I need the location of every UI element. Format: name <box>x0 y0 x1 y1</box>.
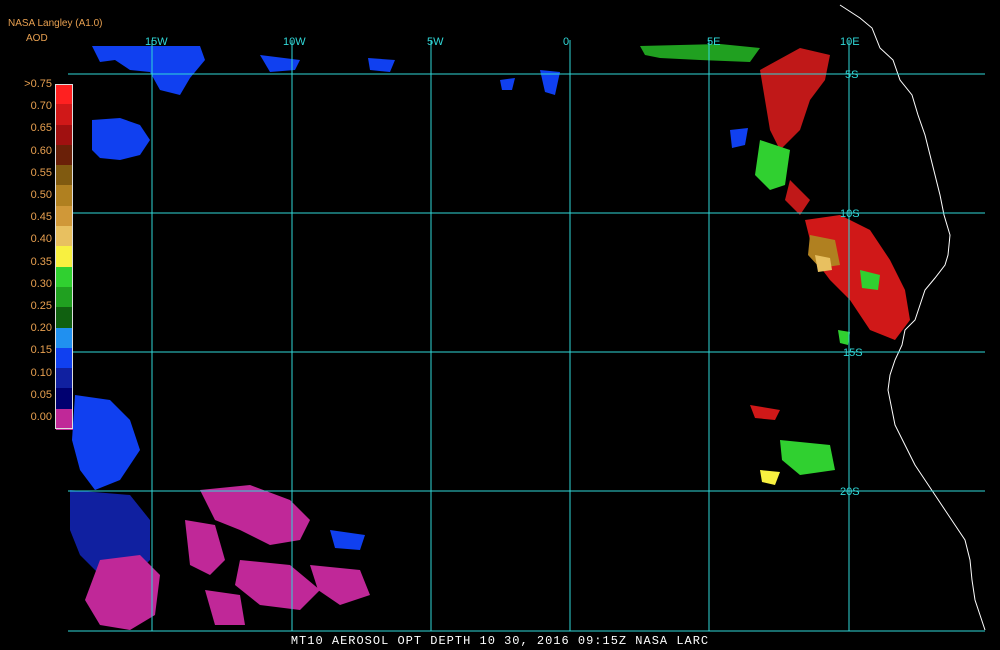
legend-tick: 0.15 <box>30 344 52 357</box>
legend-swatch <box>56 286 73 308</box>
legend-tick: 0.40 <box>30 233 52 246</box>
brand-label: NASA Langley (A1.0) <box>8 18 103 29</box>
legend-tick: 0.55 <box>30 166 52 179</box>
legend-tick: 0.70 <box>30 100 52 113</box>
legend-tick: 0.65 <box>30 122 52 135</box>
lon-label-0: 0 <box>563 36 569 48</box>
color-legend: >0.75 0.70 0.65 0.60 0.55 0.50 0.45 0.40 0.35 0.3… <box>0 78 80 438</box>
legend-tick: 0.10 <box>30 366 52 379</box>
legend-swatch <box>56 388 73 410</box>
legend-swatch <box>56 226 73 248</box>
legend-swatch <box>56 205 73 227</box>
lat-label-5s: 5S <box>845 69 858 81</box>
legend-swatch <box>56 408 73 430</box>
legend-tick: 0.50 <box>30 189 52 201</box>
legend-tick: 0.20 <box>30 322 52 335</box>
legend-swatch <box>56 347 73 369</box>
lon-label-15w: 15W <box>145 36 168 48</box>
lat-label-15s: 15S <box>843 347 863 359</box>
legend-tick: 0.30 <box>30 277 52 290</box>
legend-swatch <box>56 246 73 268</box>
lon-label-10w: 10W <box>283 36 306 48</box>
legend-swatch <box>56 307 73 329</box>
legend-tick: 0.60 <box>30 144 52 157</box>
footer-caption: MT10 AEROSOL OPT DEPTH 10 30, 2016 09:15… <box>290 634 710 648</box>
lat-label-10s: 10S <box>840 208 860 220</box>
unit-label: AOD <box>26 33 48 44</box>
lon-label-10e: 10E <box>840 36 860 48</box>
legend-tick: 0.25 <box>30 300 52 312</box>
legend-swatch <box>56 368 73 390</box>
legend-swatch <box>56 185 73 207</box>
legend-swatch <box>56 104 73 126</box>
legend-swatch <box>56 84 73 105</box>
lon-label-5e: 5E <box>707 36 720 48</box>
legend-swatch <box>56 327 73 349</box>
legend-swatch <box>56 144 73 166</box>
lat-label-20s: 20S <box>840 486 860 498</box>
legend-swatch <box>56 165 73 187</box>
legend-tick: 0.05 <box>30 388 52 401</box>
legend-swatch <box>56 266 73 288</box>
legend-tick: 0.45 <box>30 211 52 224</box>
legend-swatch <box>56 124 73 146</box>
legend-tick: 0.35 <box>30 255 52 268</box>
aerosol-patches <box>70 44 910 630</box>
aod-map: 15W 10W 5W 0 5E 10E 5S 10S 15S 20S <box>68 4 986 632</box>
lon-label-5w: 5W <box>427 36 444 48</box>
legend-tick: >0.75 <box>24 78 52 90</box>
legend-tick: 0.00 <box>30 411 52 423</box>
